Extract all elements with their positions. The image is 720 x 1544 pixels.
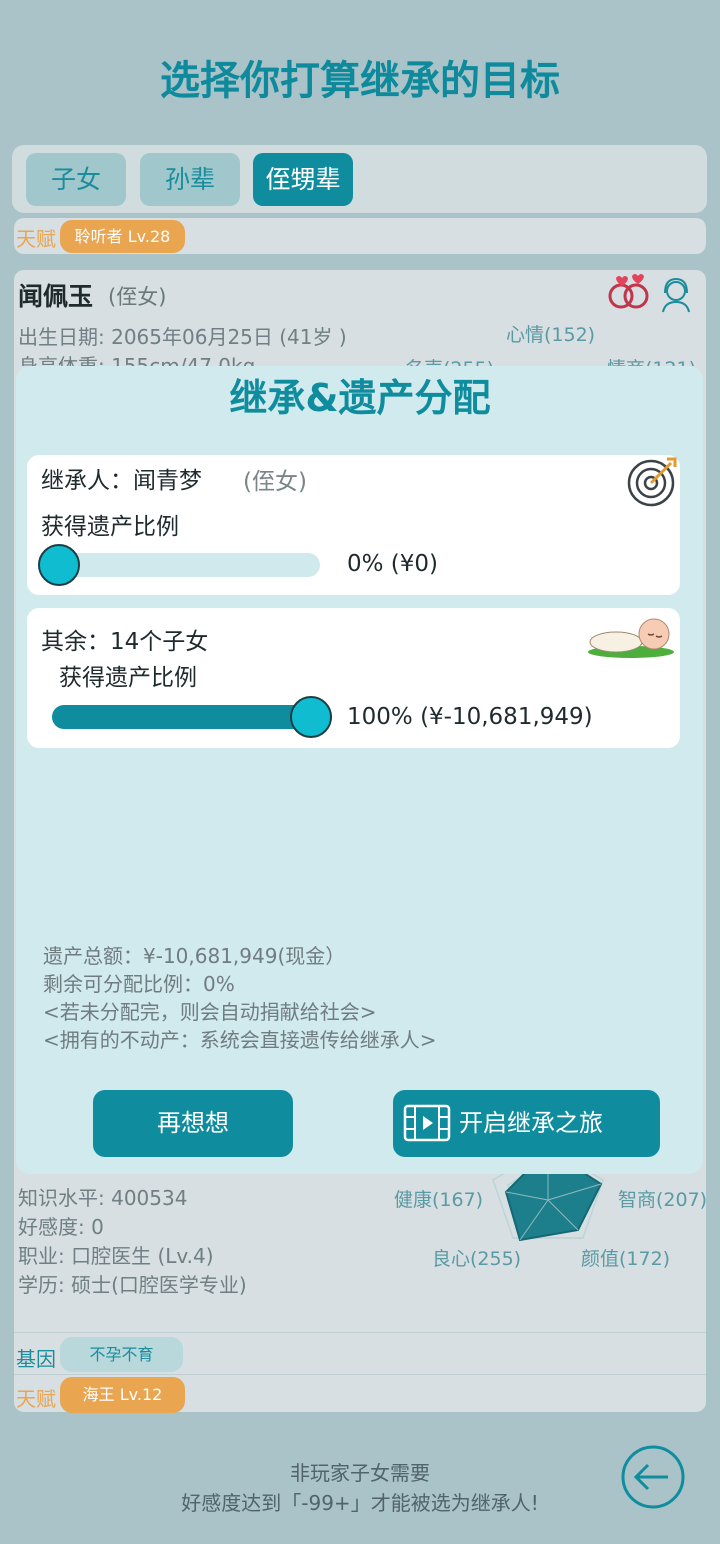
page-title: 选择你打算继承的目标 bbox=[160, 58, 560, 104]
favor-level: 好感度: 0 bbox=[18, 1215, 104, 1239]
heir-relation: (侄女) bbox=[243, 469, 307, 495]
heir-slider-knob[interactable] bbox=[38, 544, 80, 586]
estate-total: 遗产总额：¥-10,681,949(现金） bbox=[43, 944, 346, 968]
footer-line-1: 非玩家子女需要 bbox=[290, 1461, 430, 1485]
heir-share-label: 获得遗产比例 bbox=[41, 514, 179, 540]
film-icon bbox=[403, 1104, 451, 1142]
back-arrow-icon[interactable] bbox=[620, 1444, 686, 1510]
girl-avatar-icon bbox=[659, 276, 693, 314]
radar-label-looks: 颜值(172) bbox=[581, 1248, 671, 1270]
rings-icon bbox=[606, 272, 652, 312]
knowledge-level: 知识水平: 400534 bbox=[18, 1186, 188, 1210]
radar-label-eq: 情商(121) bbox=[607, 354, 696, 366]
heir-share-slider[interactable] bbox=[38, 544, 320, 586]
real-estate-note: <拥有的不动产：系统会直接遗传给继承人> bbox=[43, 1028, 437, 1052]
talent-badge: 聆听者 Lv.28 bbox=[60, 220, 185, 253]
rest-share-value: 100% (¥-10,681,949) bbox=[347, 704, 593, 730]
baby-icon bbox=[586, 612, 676, 660]
tab-nephews[interactable]: 侄甥辈 bbox=[253, 153, 353, 206]
education: 学历: 硕士(口腔医学专业) bbox=[18, 1273, 247, 1297]
rest-share-slider[interactable] bbox=[52, 696, 332, 738]
radar-label-iq: 智商(207) bbox=[618, 1189, 708, 1211]
gene-label: 基因 bbox=[16, 1347, 56, 1371]
modal-title: 继承&遗产分配 bbox=[229, 376, 491, 420]
gene-badge: 不孕不育 bbox=[60, 1337, 183, 1372]
talent-badge: 海王 Lv.12 bbox=[60, 1377, 185, 1413]
start-inheritance-label: 开启继承之旅 bbox=[459, 1109, 603, 1137]
divider bbox=[14, 1332, 706, 1333]
tab-bar: 子女 孙辈 侄甥辈 bbox=[12, 145, 707, 213]
remaining-share: 剩余可分配比例：0% bbox=[43, 972, 235, 996]
radar-label-mood: 心情(152) bbox=[506, 324, 596, 346]
donation-note: <若未分配完，则会自动捐献给社会> bbox=[43, 1000, 377, 1024]
heir-share-value: 0% (¥0) bbox=[347, 551, 439, 577]
footer-line-2: 好感度达到「-99+」才能被选为继承人! bbox=[181, 1491, 539, 1515]
tab-grandchildren[interactable]: 孙辈 bbox=[140, 153, 240, 206]
height-weight: 身高体重: 155cm/47.0kg bbox=[18, 354, 256, 366]
tab-children[interactable]: 子女 bbox=[26, 153, 126, 206]
divider bbox=[14, 1374, 706, 1375]
target-arrow-icon bbox=[627, 455, 679, 507]
heir-label: 继承人：闻青梦 bbox=[41, 468, 202, 494]
rest-slider-knob[interactable] bbox=[290, 696, 332, 738]
rest-label: 其余：14个子女 bbox=[41, 629, 209, 655]
birth-date: 出生日期: 2065年06月25日 (41岁 ) bbox=[18, 325, 347, 349]
talent-label: 天赋 bbox=[16, 1387, 56, 1411]
radar-label-fame: 名声(255) bbox=[405, 354, 494, 366]
rest-share-label: 获得遗产比例 bbox=[59, 665, 197, 691]
radar-label-conscience: 良心(255) bbox=[432, 1248, 522, 1270]
person-name: 闻佩玉 bbox=[18, 282, 94, 311]
person-relation: (侄女) bbox=[108, 285, 167, 309]
radar-label-health: 健康(167) bbox=[394, 1189, 484, 1211]
reconsider-button[interactable]: 再想想 bbox=[93, 1090, 293, 1157]
occupation: 职业: 口腔医生 (Lv.4) bbox=[18, 1244, 214, 1268]
start-inheritance-button[interactable]: 开启继承之旅 bbox=[393, 1090, 660, 1157]
talent-label: 天赋 bbox=[16, 227, 56, 251]
